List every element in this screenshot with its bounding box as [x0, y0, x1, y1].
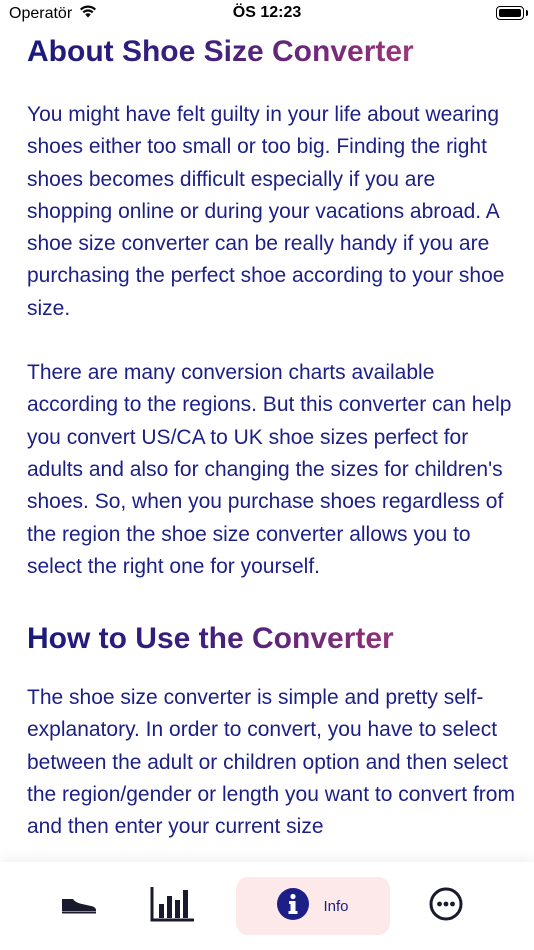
bar-chart-icon [150, 886, 196, 927]
more-icon [429, 887, 463, 926]
tab-shoe[interactable] [50, 877, 108, 935]
status-bar: Operatör ÖS 12:23 [0, 0, 534, 28]
shoe-icon [60, 894, 98, 919]
how-to-paragraph-1: The shoe size converter is simple and pr… [27, 686, 515, 839]
tab-bar: Info [0, 862, 534, 950]
info-content: About Shoe Size Converter You might have… [27, 28, 517, 844]
tab-more[interactable] [418, 877, 474, 935]
battery-icon [496, 6, 528, 20]
tab-info-label: Info [323, 897, 349, 915]
info-icon [277, 887, 310, 925]
about-paragraph-2: There are many conversion charts availab… [27, 361, 512, 578]
how-to-heading: How to Use the Converter [27, 617, 517, 661]
status-time: ÖS 12:23 [232, 4, 302, 21]
about-paragraph-1: You might have felt guilty in your life … [27, 103, 505, 320]
about-heading: About Shoe Size Converter [27, 30, 517, 74]
tab-chart[interactable] [143, 877, 203, 935]
tab-info[interactable]: Info [236, 877, 390, 935]
